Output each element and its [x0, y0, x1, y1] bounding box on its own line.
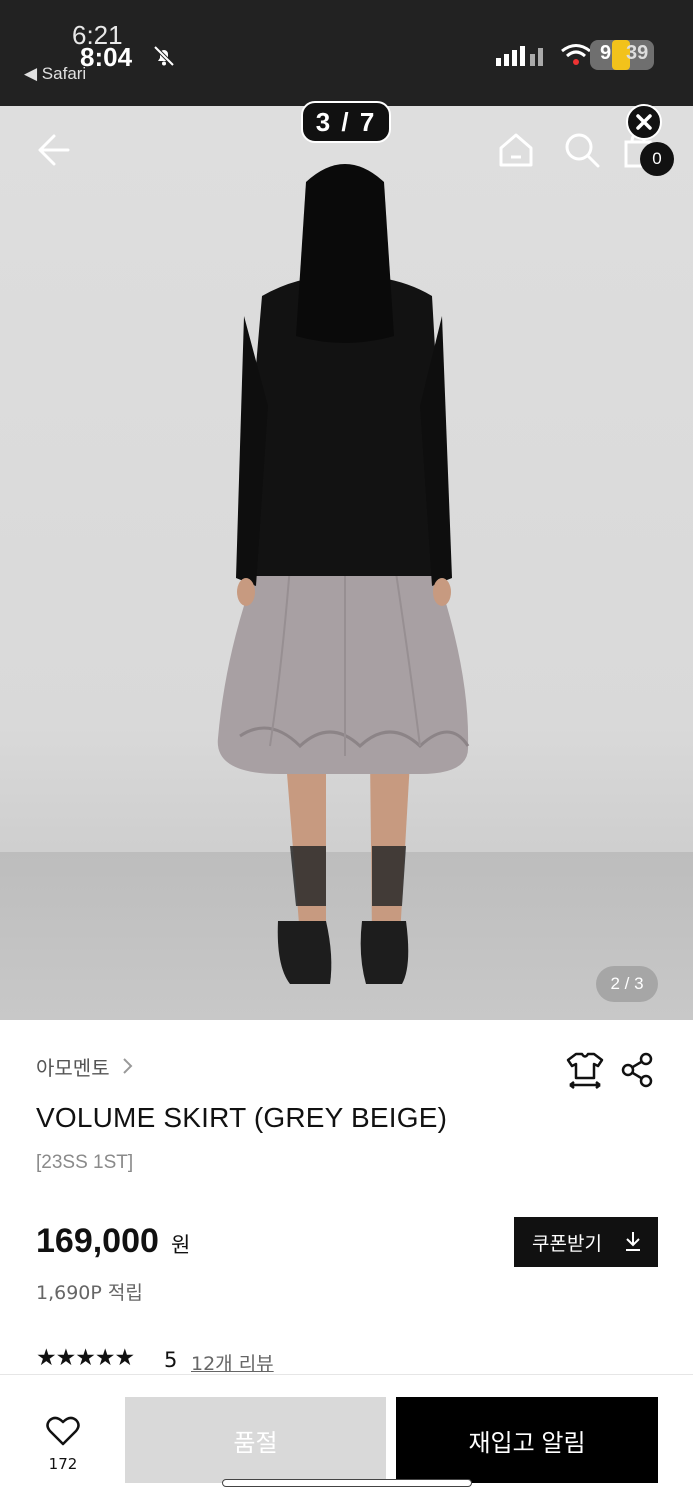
model-illustration: [217, 164, 470, 984]
heart-icon[interactable]: [46, 1415, 80, 1447]
download-icon: [626, 1232, 640, 1251]
like-count: 172: [48, 1455, 78, 1473]
soldout-button[interactable]: 품절: [125, 1397, 386, 1483]
image-index-badge: 2 / 3: [596, 966, 658, 1002]
chevron-right-icon[interactable]: [120, 1057, 134, 1075]
brand-link[interactable]: 아모멘토: [36, 1052, 110, 1081]
search-icon[interactable]: [562, 130, 602, 170]
battery-overlay: 39: [626, 42, 649, 64]
price-currency: 원: [171, 1233, 191, 1257]
cart-count-badge: 0: [640, 142, 674, 176]
coupon-label: 쿠폰받기: [532, 1233, 602, 1255]
restock-alert-button[interactable]: 재입고 알림: [396, 1397, 658, 1483]
status-time: 8:04: [80, 42, 133, 72]
home-icon[interactable]: [496, 130, 536, 170]
close-icon: [636, 114, 652, 130]
gallery-counter: 3 / 7: [301, 101, 391, 143]
status-bar: 6:21 8:04 ◀ Safari 9 39: [0, 0, 693, 106]
home-indicator: [222, 1479, 472, 1487]
product-price: 169,000: [36, 1222, 159, 1260]
product-image[interactable]: [0, 106, 693, 1020]
bell-slash-icon: [153, 45, 175, 67]
battery-level: 9: [600, 42, 612, 64]
back-to-safari[interactable]: ◀ Safari: [24, 64, 86, 84]
product-title: VOLUME SKIRT (GREY BEIGE): [36, 1102, 448, 1133]
share-icon[interactable]: [620, 1052, 654, 1088]
coupon-button[interactable]: 쿠폰받기: [514, 1217, 658, 1267]
product-season: [23SS 1ST]: [36, 1152, 134, 1173]
bottom-action-bar: 172 품절 재입고 알림: [0, 1374, 693, 1500]
close-button[interactable]: [626, 104, 662, 140]
reward-points: 1,690P 적립: [36, 1282, 143, 1304]
hanger-icon[interactable]: [566, 1050, 604, 1090]
battery-indicator: 9 39: [590, 40, 654, 70]
rating-score: 5: [164, 1348, 178, 1372]
back-arrow-icon[interactable]: [32, 130, 72, 170]
star-rating: ★★★★★: [36, 1345, 135, 1371]
cellular-signal-icon: [496, 46, 543, 66]
wifi-icon: [561, 44, 591, 65]
review-link[interactable]: 12개 리뷰: [191, 1349, 274, 1376]
